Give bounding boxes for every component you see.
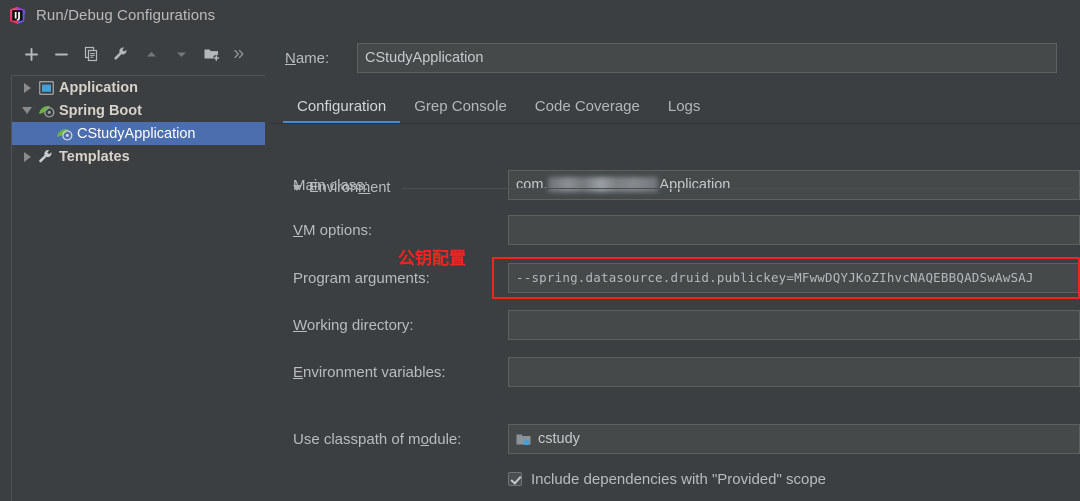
- configurations-tree[interactable]: Application Spring Boot: [11, 75, 265, 501]
- configuration-tabs: Configuration Grep Console Code Coverage…: [271, 90, 1080, 124]
- chevron-down-icon[interactable]: [18, 107, 36, 114]
- more-options-button[interactable]: [226, 41, 252, 67]
- configuration-form: Main class: com.Application Environment …: [271, 124, 1080, 501]
- working-directory-row: Working directory:: [271, 310, 1080, 340]
- tree-item-cstudyapplication[interactable]: CStudyApplication: [12, 122, 265, 145]
- configurations-toolbar: [0, 38, 265, 70]
- vm-options-row: VM options:: [271, 215, 1080, 245]
- name-label-mnemonic: N: [285, 50, 296, 67]
- tree-item-label: CStudyApplication: [74, 126, 196, 142]
- move-up-button[interactable]: [136, 41, 166, 67]
- new-folder-button[interactable]: [196, 41, 226, 67]
- intellij-idea-logo-icon: IJ: [8, 6, 27, 25]
- svg-text:IJ: IJ: [14, 11, 21, 21]
- program-arguments-mnemonic: g: [368, 270, 376, 287]
- classpath-module-value: cstudy: [538, 431, 580, 447]
- name-input[interactable]: CStudyApplication: [357, 43, 1057, 73]
- spring-boot-leaf-icon: [54, 127, 74, 141]
- environment-section-title: Environment: [309, 180, 390, 196]
- classpath-mnemonic: o: [421, 431, 429, 448]
- remove-button[interactable]: [46, 41, 76, 67]
- tree-item-application[interactable]: Application: [12, 76, 265, 99]
- program-arguments-input[interactable]: --spring.datasource.druid.publickey=MFww…: [508, 263, 1080, 293]
- window-title: Run/Debug Configurations: [36, 7, 215, 24]
- classpath-module-combo[interactable]: cstudy: [508, 424, 1080, 454]
- move-down-button[interactable]: [166, 41, 196, 67]
- tree-item-templates[interactable]: Templates: [12, 145, 265, 168]
- tab-grep-console[interactable]: Grep Console: [400, 98, 521, 124]
- environment-variables-label: Environment variables:: [293, 364, 446, 381]
- name-label: Name:: [271, 50, 347, 67]
- include-provided-row[interactable]: Include dependencies with "Provided" sco…: [508, 467, 1080, 491]
- tab-configuration[interactable]: Configuration: [283, 98, 400, 124]
- vm-options-input[interactable]: [508, 215, 1080, 245]
- copy-configuration-button[interactable]: [76, 41, 106, 67]
- environment-mnemonic: m: [358, 180, 370, 196]
- working-directory-input[interactable]: [508, 310, 1080, 340]
- module-folder-icon: [516, 433, 531, 446]
- annotation-public-key-config: 公钥配置: [398, 244, 466, 269]
- edit-templates-wrench-button[interactable]: [106, 41, 136, 67]
- vm-options-label: VM options:: [293, 222, 372, 239]
- tree-item-label: Spring Boot: [56, 103, 142, 119]
- configurations-left-panel: Application Spring Boot: [0, 30, 265, 501]
- chevron-right-icon[interactable]: [18, 152, 36, 162]
- wrench-icon: [36, 149, 56, 164]
- spring-boot-leaf-icon: [36, 104, 56, 118]
- environment-variables-row: Environment variables:: [271, 357, 1080, 387]
- section-divider: [402, 188, 1080, 189]
- classpath-module-label: Use classpath of module:: [293, 431, 461, 448]
- working-directory-label: Working directory:: [293, 317, 414, 334]
- chevron-right-icon[interactable]: [18, 83, 36, 93]
- tree-item-label: Templates: [56, 149, 130, 165]
- configuration-detail-panel: Name: CStudyApplication Configuration Gr…: [271, 30, 1080, 501]
- chevron-down-icon[interactable]: [293, 185, 301, 191]
- working-directory-mnemonic: W: [293, 317, 307, 334]
- tab-code-coverage[interactable]: Code Coverage: [521, 98, 654, 124]
- environment-variables-mnemonic: E: [293, 364, 303, 381]
- classpath-module-row: Use classpath of module: cstudy: [271, 424, 1080, 454]
- environment-variables-input[interactable]: [508, 357, 1080, 387]
- application-window-icon: [36, 81, 56, 95]
- tree-item-spring-boot[interactable]: Spring Boot: [12, 99, 265, 122]
- include-provided-checkbox[interactable]: [508, 472, 522, 486]
- name-label-rest: ame:: [296, 50, 329, 67]
- name-row: Name: CStudyApplication: [271, 43, 1080, 73]
- add-button[interactable]: [16, 41, 46, 67]
- window-title-bar: IJ Run/Debug Configurations: [0, 0, 1080, 30]
- tree-item-label: Application: [56, 80, 138, 96]
- include-provided-label: Include dependencies with "Provided" sco…: [531, 471, 826, 488]
- vm-options-mnemonic: V: [293, 222, 303, 239]
- program-arguments-label: Program arguments:: [293, 270, 430, 287]
- program-arguments-row: Program arguments: --spring.datasource.d…: [271, 263, 1080, 293]
- tab-logs[interactable]: Logs: [654, 98, 715, 124]
- environment-section-header[interactable]: Environment: [293, 178, 1080, 198]
